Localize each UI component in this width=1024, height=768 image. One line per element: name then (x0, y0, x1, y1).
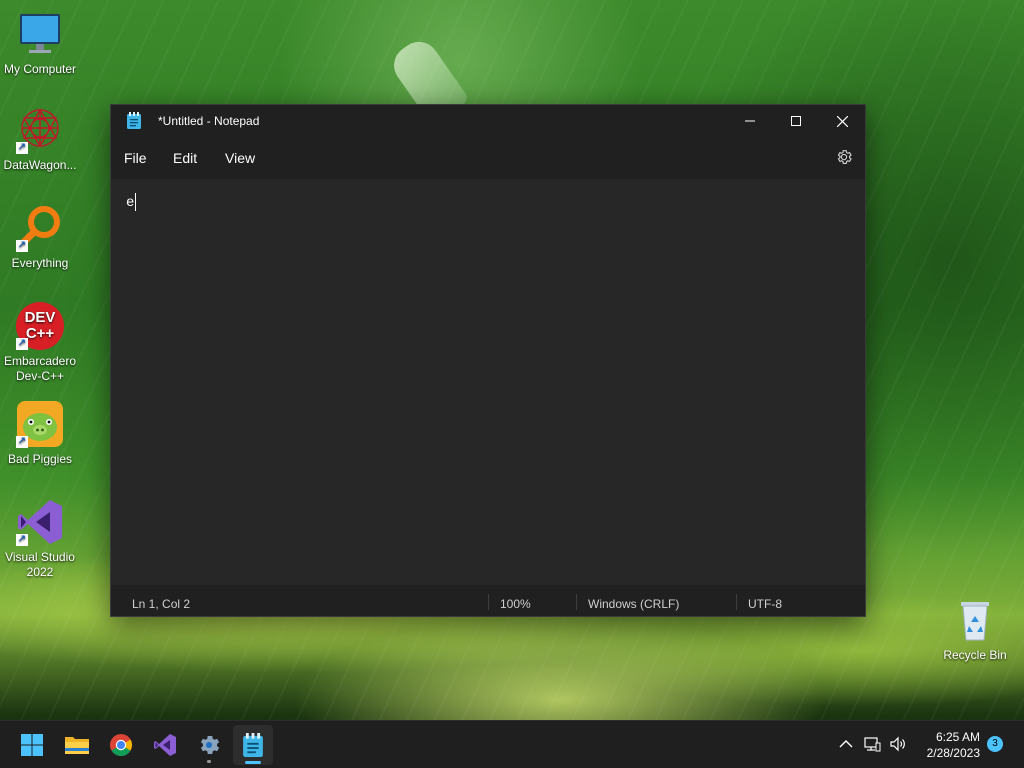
status-line-ending[interactable]: Windows (CRLF) (588, 597, 679, 611)
menu-bar: File Edit View (111, 137, 865, 179)
desktop-icon-label: Recycle Bin (943, 648, 1007, 662)
clock-time: 6:25 AM (935, 730, 980, 744)
desktop-icon-bad-piggies[interactable]: ↗ Bad Piggies (0, 400, 80, 467)
desktop-icon-label: DataWagon... (3, 158, 77, 172)
taskbar-clock[interactable]: 6:25 AM 2/28/2023 (918, 729, 980, 761)
taskbar-settings[interactable] (189, 725, 229, 765)
visual-studio-icon (154, 734, 176, 756)
desktop-icon-label: My Computer (3, 62, 77, 76)
shortcut-arrow-icon: ↗ (16, 436, 28, 448)
status-bar: Ln 1, Col 2 100% Windows (CRLF) UTF-8 (111, 585, 865, 616)
close-button[interactable] (819, 105, 865, 137)
menu-file[interactable]: File (124, 147, 147, 169)
close-icon (836, 115, 848, 127)
notepad-icon (127, 112, 141, 129)
menu-view[interactable]: View (225, 147, 255, 169)
taskbar: 6:25 AM 2/28/2023 3 (0, 720, 1024, 768)
desktop-icon-label: Bad Piggies (7, 452, 73, 466)
taskbar-chrome[interactable] (101, 725, 141, 765)
notepad-window: *Untitled - Notepad File Edit View e Ln … (110, 104, 866, 617)
desktop-icon-devcpp[interactable]: DEV C++ ↗ Embarcadero Dev-C++ (0, 302, 80, 384)
running-indicator (207, 760, 211, 763)
desktop-icon-recycle-bin[interactable]: Recycle Bin (935, 596, 1015, 663)
window-title: *Untitled - Notepad (158, 114, 260, 128)
devcpp-icon: DEV C++ ↗ (16, 302, 64, 350)
volume-icon[interactable] (889, 735, 907, 753)
start-button[interactable] (12, 725, 52, 765)
editor-content: e (126, 195, 135, 211)
shortcut-arrow-icon: ↗ (16, 240, 28, 252)
chrome-icon (110, 734, 132, 756)
desktop-icon-label: Everything (11, 256, 69, 270)
notification-badge[interactable]: 3 (987, 736, 1003, 752)
monitor-icon (16, 10, 64, 58)
visual-studio-icon: ↗ (16, 498, 64, 546)
minimize-icon (745, 120, 755, 122)
show-hidden-icons-chevron-icon[interactable] (837, 735, 855, 753)
bad-piggies-icon: ↗ (16, 400, 64, 448)
network-icon[interactable] (863, 735, 881, 753)
shortcut-arrow-icon: ↗ (16, 142, 28, 154)
settings-gear-icon[interactable] (835, 148, 853, 166)
title-bar[interactable]: *Untitled - Notepad (111, 105, 865, 137)
desktop-icon-label: Embarcadero Dev-C++ (3, 354, 77, 383)
notepad-icon (243, 733, 263, 757)
taskbar-file-explorer[interactable] (57, 725, 97, 765)
taskbar-notepad[interactable] (233, 725, 273, 765)
folder-icon (65, 737, 89, 754)
status-encoding[interactable]: UTF-8 (748, 597, 782, 611)
windows-logo-icon (21, 734, 43, 756)
minimize-button[interactable] (727, 105, 773, 137)
status-divider (736, 594, 737, 610)
datawagon-icon: ↗ (16, 106, 64, 154)
text-editor[interactable]: e (111, 179, 865, 585)
status-zoom[interactable]: 100% (500, 597, 531, 611)
recycle-bin-icon (951, 596, 999, 644)
maximize-icon (791, 116, 801, 126)
menu-edit[interactable]: Edit (173, 147, 197, 169)
desktop-icon-visual-studio[interactable]: ↗ Visual Studio 2022 (0, 498, 80, 580)
taskbar-visual-studio[interactable] (145, 725, 185, 765)
active-app-indicator (245, 761, 261, 764)
status-divider (488, 594, 489, 610)
desktop-icon-label: Visual Studio 2022 (5, 550, 75, 579)
status-cursor-position: Ln 1, Col 2 (132, 597, 191, 611)
clock-date: 2/28/2023 (926, 746, 980, 760)
text-caret (135, 193, 136, 211)
desktop-icon-everything[interactable]: ↗ Everything (0, 204, 80, 271)
settings-icon (200, 736, 220, 754)
maximize-button[interactable] (773, 105, 819, 137)
desktop-icon-datawagon[interactable]: ↗ DataWagon... (0, 106, 80, 173)
shortcut-arrow-icon: ↗ (16, 534, 28, 546)
shortcut-arrow-icon: ↗ (16, 338, 28, 350)
desktop-icon-my-computer[interactable]: My Computer (0, 10, 80, 77)
magnifier-icon: ↗ (16, 204, 64, 252)
status-divider (576, 594, 577, 610)
